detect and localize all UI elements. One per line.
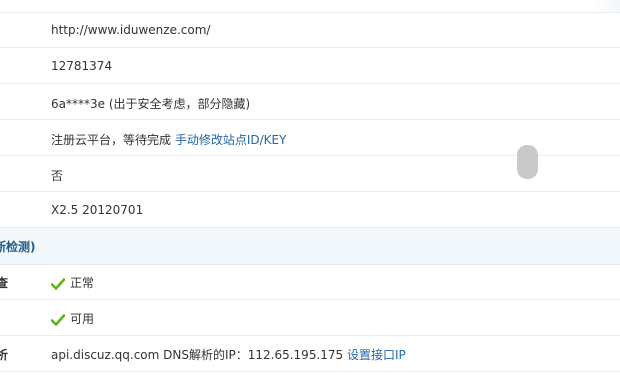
top-fade bbox=[590, 0, 620, 12]
site-key-row: 6a****3e (出于安全考虑，部分隐藏) bbox=[0, 84, 620, 120]
check-row-1: 查 正常 bbox=[0, 264, 620, 300]
check-row-3-label: 析 bbox=[0, 348, 9, 362]
check-row-1-label: 查 bbox=[0, 276, 9, 290]
checkmark-icon bbox=[51, 277, 65, 290]
check-row-2: ： 可用 bbox=[0, 300, 620, 336]
check-row-3: 析 api.discuz.qq.com DNS解析的IP：112.65.195.… bbox=[0, 336, 620, 372]
site-url-value: http://www.iduwenze.com/ bbox=[51, 23, 211, 37]
register-status-text: 注册云平台，等待完成 bbox=[51, 133, 175, 147]
check-row-1-value: 正常 bbox=[51, 274, 94, 291]
checkmark-icon bbox=[51, 313, 65, 326]
check-row-3-value: api.discuz.qq.com DNS解析的IP：112.65.195.17… bbox=[51, 346, 406, 363]
site-key-value: 6a****3e (出于安全考虑，部分隐藏) bbox=[51, 97, 251, 111]
check-row-1-status: 正常 bbox=[70, 276, 95, 290]
register-status-value: 注册云平台，等待完成 手动修改站点ID/KEY bbox=[51, 131, 286, 148]
edit-site-id-key-link[interactable]: 手动修改站点ID/KEY bbox=[175, 133, 287, 147]
section-header: 断检测) bbox=[0, 228, 620, 265]
site-id-value: 12781374 bbox=[51, 59, 113, 73]
check-row-2-label: ： bbox=[0, 310, 8, 327]
check-row-2-value: 可用 bbox=[51, 310, 94, 327]
version-row: X2.5 20120701 bbox=[0, 192, 620, 228]
set-interface-ip-link[interactable]: 设置接口IP bbox=[347, 348, 406, 362]
site-id-row: 12781374 bbox=[0, 48, 620, 84]
version-value: X2.5 20120701 bbox=[51, 203, 144, 217]
flag-value: 否 bbox=[51, 169, 64, 183]
scrollbar-thumb[interactable] bbox=[517, 145, 538, 179]
dns-resolve-text: api.discuz.qq.com DNS解析的IP：112.65.195.17… bbox=[51, 348, 347, 362]
site-url-row: http://www.iduwenze.com/ bbox=[0, 12, 620, 48]
section-title: 断检测) bbox=[0, 240, 36, 254]
check-row-2-status: 可用 bbox=[70, 312, 95, 326]
